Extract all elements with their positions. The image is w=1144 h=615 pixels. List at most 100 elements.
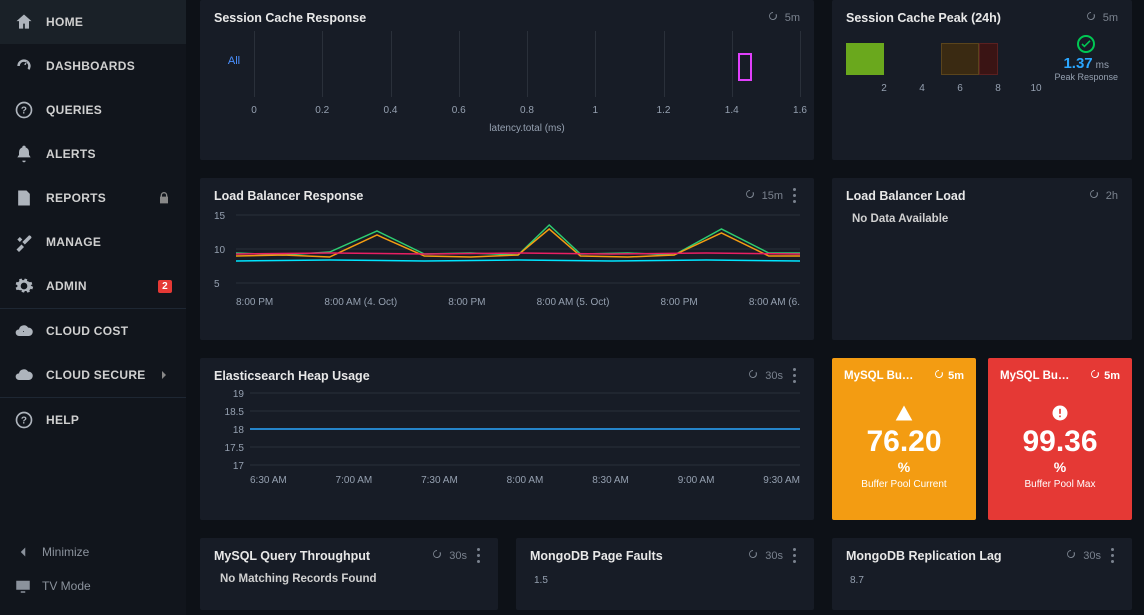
sidebar-item-dashboards[interactable]: DASHBOARDS — [0, 44, 186, 88]
panel-load-balancer-load: Load Balancer Load 2h No Data Available — [832, 178, 1132, 340]
tile-value: 99.36 — [1022, 427, 1097, 457]
panel-title: Session Cache Peak (24h) — [846, 11, 1085, 25]
refresh-interval: 30s — [765, 550, 783, 562]
refresh-icon[interactable] — [744, 188, 756, 203]
sidebar-item-help[interactable]: ? HELP — [0, 398, 186, 442]
sidebar: HOME DASHBOARDS ? QUERIES ALERTS REPORTS — [0, 0, 186, 615]
sidebar-item-home[interactable]: HOME — [0, 0, 186, 44]
panel-load-balancer-response: Load Balancer Response 15m 15 10 5 — [200, 178, 814, 340]
panel-menu[interactable] — [789, 368, 800, 383]
refresh-icon[interactable] — [747, 368, 759, 383]
chart-elasticsearch-heap: 19 18.5 18 17.5 17 6:30 AM 7 — [214, 389, 800, 499]
panel-title: MySQL Query Throughput — [214, 549, 431, 563]
panel-title: MongoDB Replication Lag — [846, 549, 1065, 563]
refresh-interval: 5m — [785, 12, 800, 24]
gear-icon — [14, 276, 34, 296]
gauge-bar: 2 4 6 8 10 — [846, 43, 1044, 103]
refresh-interval: 2h — [1106, 190, 1118, 202]
sidebar-item-label: CLOUD COST — [46, 324, 172, 338]
sidebar-mini-label: Minimize — [42, 545, 89, 559]
home-icon — [14, 12, 34, 32]
help-icon: ? — [14, 410, 34, 430]
svg-text:?: ? — [21, 105, 27, 116]
no-data-message: No Matching Records Found — [214, 569, 484, 589]
tile-subtitle: Buffer Pool Max — [1025, 479, 1096, 490]
refresh-interval: 15m — [762, 190, 783, 202]
panel-session-cache-peak: Session Cache Peak (24h) 5m — [832, 0, 1132, 160]
cloud-secure-icon — [14, 365, 34, 385]
svg-text:?: ? — [21, 415, 27, 426]
question-icon: ? — [14, 100, 34, 120]
sidebar-item-label: CLOUD SECURE — [46, 368, 156, 382]
panel-title: Elasticsearch Heap Usage — [214, 369, 747, 383]
sidebar-item-label: ALERTS — [46, 147, 172, 161]
badge-admin-count: 2 — [158, 280, 172, 293]
report-icon — [14, 188, 34, 208]
chart-load-balancer-response: 15 10 5 8:00 PM — [214, 209, 800, 319]
refresh-interval: 30s — [765, 370, 783, 382]
sidebar-item-cloud-secure[interactable]: CLOUD SECURE — [0, 353, 186, 397]
monitor-icon — [14, 577, 32, 595]
chevron-left-icon — [14, 543, 32, 561]
sidebar-item-cloud-cost[interactable]: CLOUD COST — [0, 309, 186, 353]
tile-value: 76.20 — [866, 427, 941, 457]
histogram-bar — [738, 53, 752, 81]
sidebar-minimize[interactable]: Minimize — [0, 535, 186, 569]
panel-menu[interactable] — [1107, 548, 1118, 563]
panel-mongodb-replication-lag: MongoDB Replication Lag 30s 8.7 — [832, 538, 1132, 610]
panel-mongodb-page-faults: MongoDB Page Faults 30s 1.5 — [516, 538, 814, 610]
panel-title: Session Cache Response — [214, 11, 767, 25]
refresh-interval: 5m — [1103, 12, 1118, 24]
sidebar-item-reports[interactable]: REPORTS — [0, 176, 186, 220]
bell-icon — [14, 144, 34, 164]
tile-subtitle: Buffer Pool Current — [861, 479, 946, 490]
panel-menu[interactable] — [789, 548, 800, 563]
lock-icon — [156, 190, 172, 206]
refresh-interval: 30s — [449, 550, 467, 562]
series-all-label[interactable]: All — [214, 31, 254, 141]
refresh-interval: 30s — [1083, 550, 1101, 562]
sidebar-item-label: HELP — [46, 413, 172, 427]
panel-session-cache-response: Session Cache Response 5m All 0 0.2 — [200, 0, 814, 160]
refresh-icon[interactable] — [767, 10, 779, 25]
panel-menu[interactable] — [473, 548, 484, 563]
panel-elasticsearch-heap: Elasticsearch Heap Usage 30s 19 18.5 18 … — [200, 358, 814, 520]
sidebar-mini-label: TV Mode — [42, 579, 91, 593]
chart-session-cache-response: 0 0.2 0.4 0.6 0.8 1 1.2 1.4 1.6 latency.… — [254, 31, 800, 141]
error-icon — [1050, 403, 1070, 423]
refresh-icon[interactable] — [1085, 10, 1097, 25]
check-icon — [1077, 35, 1095, 53]
tile-title: MySQL Bu… — [844, 370, 933, 382]
panel-mysql-query-throughput: MySQL Query Throughput 30s No Matching R… — [200, 538, 498, 610]
panel-title: Load Balancer Load — [846, 189, 1088, 203]
sidebar-item-label: QUERIES — [46, 103, 172, 117]
tile-mysql-buffer-max: MySQL Bu… 5m 99.36 % Buffer Pool Max — [988, 358, 1132, 520]
refresh-icon[interactable] — [1088, 188, 1100, 203]
panel-menu[interactable] — [789, 188, 800, 203]
sidebar-item-admin[interactable]: ADMIN 2 — [0, 264, 186, 308]
y-tick: 8.7 — [846, 569, 1118, 592]
cloud-cost-icon — [14, 321, 34, 341]
tile-title: MySQL Bu… — [1000, 370, 1089, 382]
refresh-icon[interactable] — [1089, 368, 1101, 383]
refresh-icon[interactable] — [747, 548, 759, 563]
x-axis-label: latency.total (ms) — [254, 123, 800, 134]
panel-title: Load Balancer Response — [214, 189, 744, 203]
sidebar-tvmode[interactable]: TV Mode — [0, 569, 186, 603]
chevron-right-icon — [156, 367, 172, 383]
tile-mysql-buffer-current: MySQL Bu… 5m 76.20 % Buffer Pool Current — [832, 358, 976, 520]
main-content: Session Cache Response 5m All 0 0.2 — [186, 0, 1144, 615]
refresh-icon[interactable] — [933, 368, 945, 383]
tools-icon — [14, 232, 34, 252]
y-tick: 1.5 — [530, 569, 800, 592]
sidebar-item-label: ADMIN — [46, 279, 158, 293]
panel-title: MongoDB Page Faults — [530, 549, 747, 563]
sidebar-item-queries[interactable]: ? QUERIES — [0, 88, 186, 132]
peak-value: 1.37ms Peak Response — [1054, 31, 1118, 82]
sidebar-item-label: MANAGE — [46, 235, 172, 249]
sidebar-item-manage[interactable]: MANAGE — [0, 220, 186, 264]
refresh-icon[interactable] — [431, 548, 443, 563]
sidebar-item-alerts[interactable]: ALERTS — [0, 132, 186, 176]
warning-icon — [894, 403, 914, 423]
refresh-icon[interactable] — [1065, 548, 1077, 563]
